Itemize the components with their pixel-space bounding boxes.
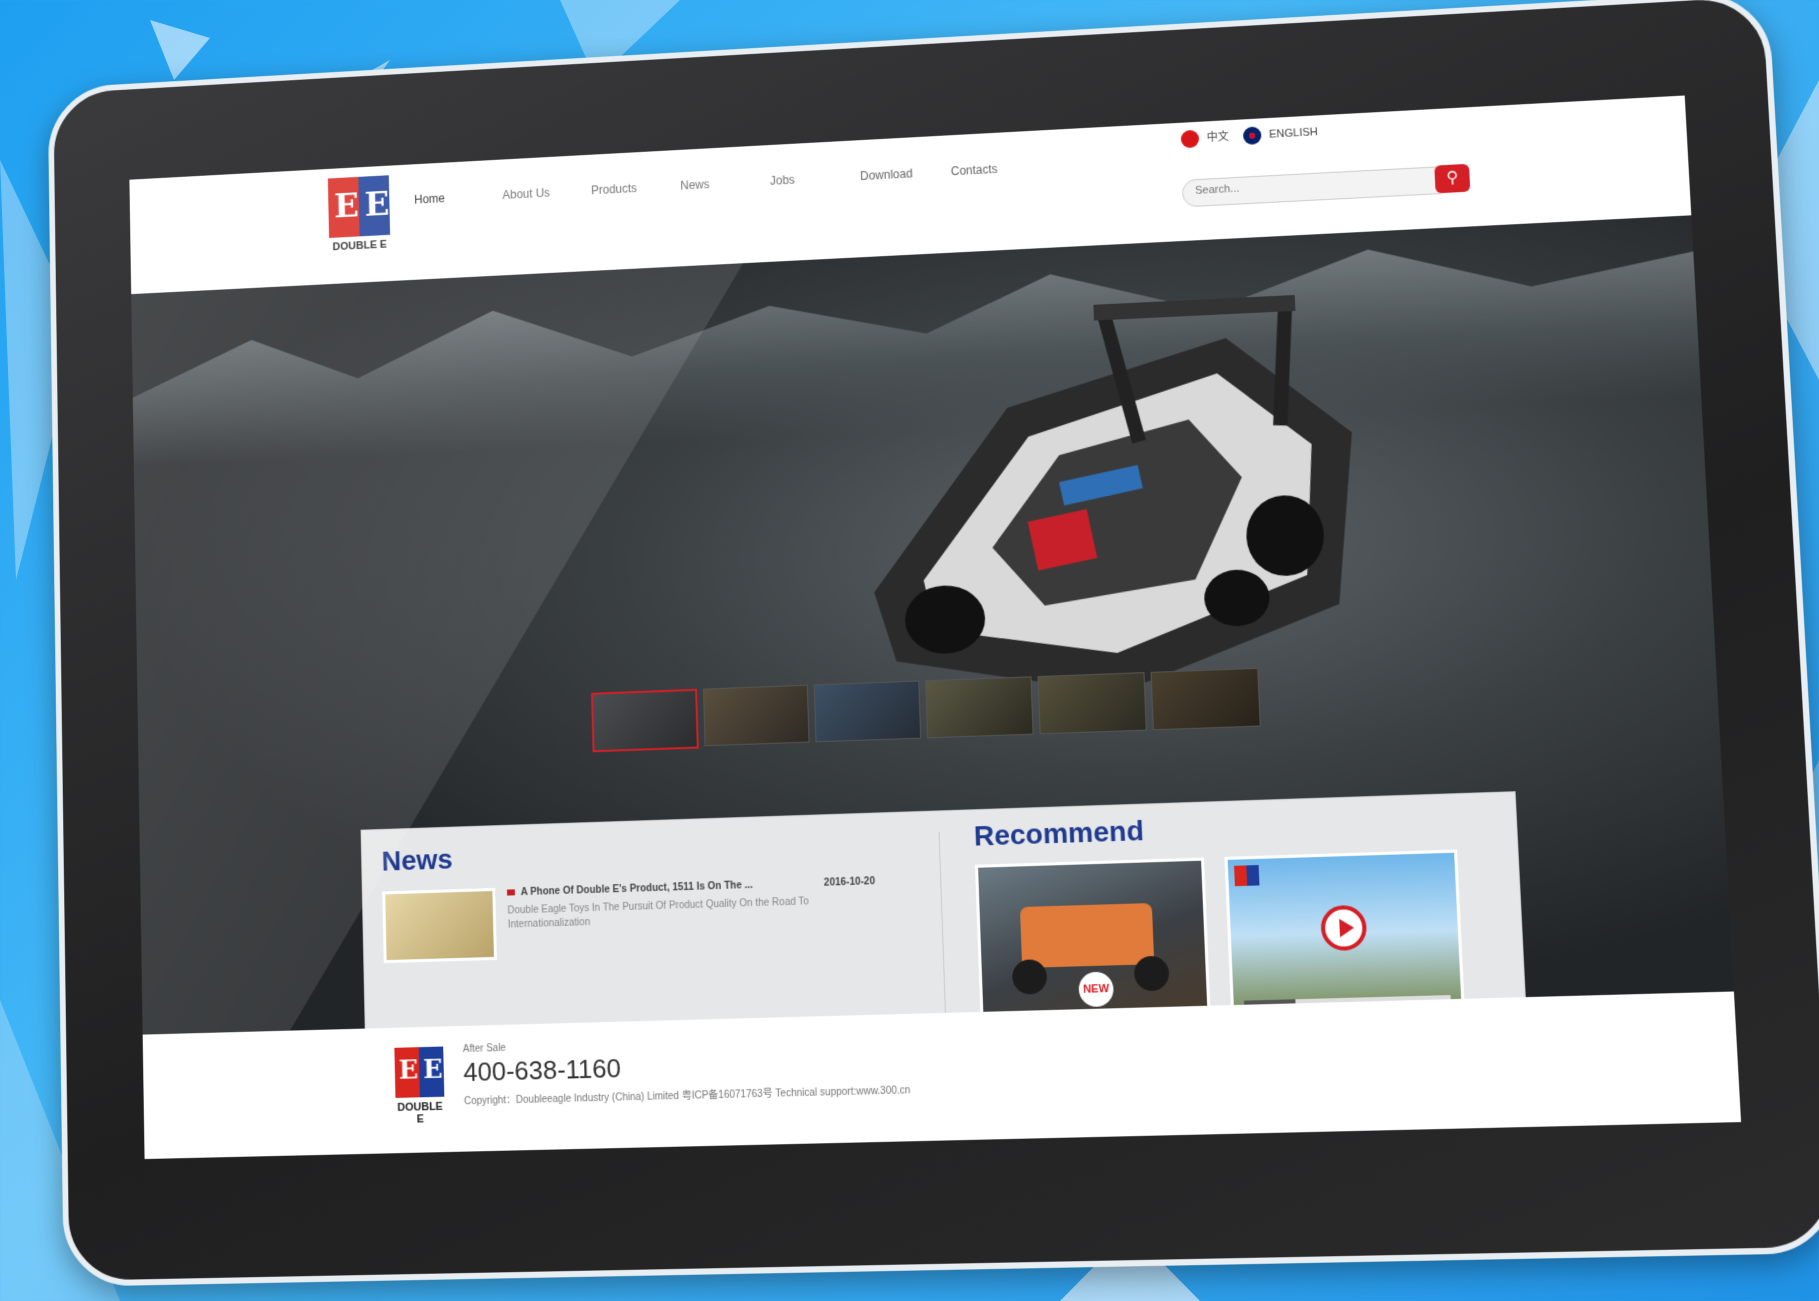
logo-text: DOUBLE E (332, 238, 388, 254)
news-item-title-wrap[interactable]: A Phone Of Double E's Product, 1511 Is O… (506, 879, 754, 899)
tablet-device: E E DOUBLE E Home About Us Products News… (47, 0, 1819, 1287)
decor-shard (150, 20, 210, 80)
lang-chinese[interactable]: 中文 (1180, 128, 1229, 149)
carousel-thumb[interactable] (925, 676, 1034, 739)
news-title: News (381, 843, 454, 877)
news-item[interactable]: A Phone Of Double E's Product, 1511 Is O… (382, 876, 877, 964)
carousel-thumb[interactable] (591, 688, 699, 753)
new-badge: NEW (1078, 971, 1115, 1008)
carousel-thumb[interactable] (1037, 672, 1147, 735)
carousel-thumbnails (591, 667, 1261, 753)
nav-contacts[interactable]: Contacts (951, 160, 1043, 178)
recommend-video[interactable] (1224, 849, 1465, 1017)
nav-about-us[interactable]: About Us (502, 184, 591, 202)
recommend-title: Recommend (973, 814, 1145, 852)
carousel-thumb[interactable] (813, 680, 922, 743)
footer-logo[interactable]: E E DOUBLE E (394, 1046, 445, 1127)
race-car-image (866, 272, 1364, 703)
search-box: ⚲ (1181, 163, 1471, 208)
nav-home[interactable]: Home (414, 188, 503, 206)
nav-products[interactable]: Products (591, 179, 681, 197)
wheel-graphic (1133, 955, 1170, 992)
lang-english-label: ENGLISH (1268, 126, 1319, 141)
search-input[interactable] (1182, 168, 1410, 203)
nav-download[interactable]: Download (860, 165, 951, 183)
news-item-description: Double Eagle Toys In The Pursuit Of Prod… (507, 896, 810, 931)
footer-info: After Sale 400-638-1160 Copyright：Double… (463, 1032, 911, 1107)
news-section: News A Phone Of Double E's Product, 1511… (381, 830, 877, 964)
lang-chinese-label: 中文 (1206, 131, 1229, 145)
video-logo-icon (1234, 865, 1260, 887)
play-icon[interactable] (1320, 904, 1368, 952)
logo-mark: E E (394, 1046, 445, 1098)
carousel-thumb[interactable] (702, 684, 810, 747)
brand-logo[interactable]: E E DOUBLE E (327, 175, 391, 254)
china-flag-icon (1180, 129, 1199, 149)
search-button[interactable]: ⚲ (1434, 163, 1471, 194)
website-screen: E E DOUBLE E Home About Us Products News… (129, 95, 1742, 1160)
news-item-title: A Phone Of Double E's Product, 1511 Is O… (520, 879, 754, 899)
uk-flag-icon (1242, 126, 1262, 146)
language-switcher: 中文 ENGLISH (1180, 123, 1319, 149)
search-icon: ⚲ (1445, 169, 1459, 187)
recommend-row: NEW (974, 848, 1515, 1024)
wheel-graphic (1011, 959, 1048, 995)
nav-jobs[interactable]: Jobs (770, 169, 861, 188)
news-item-date: 2016-10-20 (823, 876, 876, 889)
bullet-icon (506, 889, 515, 896)
lang-english[interactable]: ENGLISH (1242, 123, 1319, 146)
logo-mark: E E (327, 175, 391, 238)
main-nav: Home About Us Products News Jobs Downloa… (414, 160, 1042, 207)
recommend-section: Recommend NEW (973, 803, 1515, 1024)
recommend-product-jeep[interactable]: NEW (974, 857, 1211, 1024)
jeep-image (1019, 903, 1155, 968)
nav-news[interactable]: News (680, 174, 770, 192)
footer-logo-text: DOUBLE E (397, 1100, 443, 1126)
news-body: A Phone Of Double E's Product, 1511 Is O… (506, 876, 877, 959)
hero-banner: News A Phone Of Double E's Product, 1511… (131, 215, 1734, 1081)
carousel-thumb[interactable] (1150, 667, 1261, 731)
news-thumbnail[interactable] (382, 887, 497, 964)
